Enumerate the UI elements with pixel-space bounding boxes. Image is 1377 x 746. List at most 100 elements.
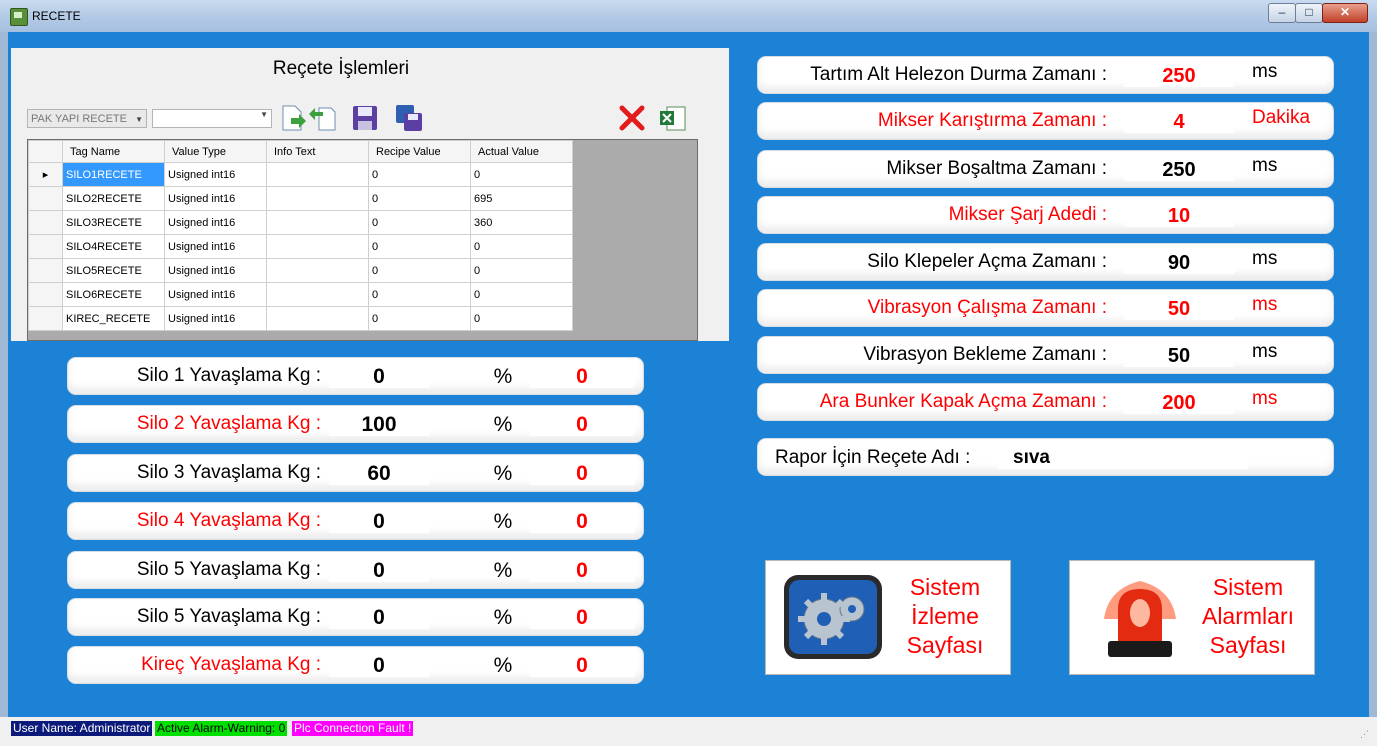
table-cell[interactable] [266,234,369,259]
table-row[interactable]: KIREC_RECETE Usigned int16 0 0 [28,306,573,331]
table-cell[interactable]: 0 [470,258,573,283]
table-cell[interactable]: 0 [470,234,573,259]
col-header[interactable]: Actual Value [470,140,573,163]
minimize-button[interactable]: – [1268,3,1296,23]
table-cell[interactable] [266,306,369,331]
table-cell[interactable]: Usigned int16 [164,234,267,259]
alarm-line3: Sayfası [1209,632,1287,658]
load-icon[interactable] [279,104,307,132]
table-cell[interactable] [266,258,369,283]
col-header[interactable]: Tag Name [62,140,165,163]
silo-percent-field[interactable]: 0 [530,459,634,485]
close-button[interactable]: ✕ [1322,3,1368,23]
param-value-field[interactable]: 200 [1124,388,1234,414]
table-row[interactable]: ▸ SILO1RECETE Usigned int16 0 0 [28,162,573,187]
row-header[interactable] [28,234,63,259]
chevron-down-icon: ▼ [260,110,268,119]
col-header[interactable]: Recipe Value [368,140,471,163]
table-cell[interactable]: SILO3RECETE [62,210,165,235]
table-cell[interactable]: KIREC_RECETE [62,306,165,331]
silo-value-field[interactable]: 0 [329,507,429,533]
recipe-combo[interactable]: ▼ [152,109,272,128]
row-header[interactable] [28,210,63,235]
percent-label: % [493,559,513,582]
table-cell[interactable]: 360 [470,210,573,235]
param-value-field[interactable]: 250 [1124,155,1234,181]
row-header[interactable] [28,282,63,307]
silo-value-field[interactable]: 0 [329,556,429,582]
silo-value-field[interactable]: 0 [329,603,429,629]
save-icon[interactable] [351,104,379,132]
tag-grid[interactable]: Tag Name Value Type Info Text Recipe Val… [27,139,698,341]
row-header[interactable] [28,186,63,211]
table-row[interactable]: SILO6RECETE Usigned int16 0 0 [28,282,573,307]
table-cell[interactable]: Usigned int16 [164,210,267,235]
percent-label: % [493,606,513,629]
param-value-field[interactable]: 10 [1124,201,1234,227]
resize-grip-icon[interactable]: ⋰ [1360,729,1369,740]
table-cell[interactable]: 695 [470,186,573,211]
alarm-line2: Alarmları [1201,603,1294,629]
param-value-field[interactable]: 4 [1124,107,1234,133]
silo-value-field[interactable]: 0 [329,362,429,388]
save-as-icon[interactable] [395,104,423,132]
table-cell[interactable] [266,186,369,211]
delete-icon[interactable] [618,104,646,132]
system-alarms-button[interactable]: Sistem Alarmları Sayfası [1069,560,1315,675]
table-cell[interactable] [266,282,369,307]
silo-percent-field[interactable]: 0 [530,603,634,629]
table-cell[interactable]: 0 [368,282,471,307]
alarm-light-icon [1104,581,1176,657]
param-value-field[interactable]: 90 [1124,248,1234,274]
silo-percent-field[interactable]: 0 [530,556,634,582]
silo-value-field[interactable]: 0 [329,651,429,677]
recipe-select[interactable]: PAK YAPI RECETE ▼ [27,109,147,128]
table-row[interactable]: SILO5RECETE Usigned int16 0 0 [28,258,573,283]
table-cell[interactable]: Usigned int16 [164,162,267,187]
silo-percent-field[interactable]: 0 [530,410,634,436]
import-icon[interactable] [309,104,337,132]
silo-value-field[interactable]: 100 [329,410,429,436]
param-value-field[interactable]: 50 [1124,341,1234,367]
param-value-field[interactable]: 250 [1124,61,1234,87]
table-cell[interactable] [266,210,369,235]
table-cell[interactable]: 0 [470,282,573,307]
table-cell[interactable]: 0 [368,258,471,283]
report-recipe-field[interactable]: sıva [998,443,1248,469]
table-cell[interactable]: 0 [470,306,573,331]
table-cell[interactable]: 0 [368,210,471,235]
silo-percent-field[interactable]: 0 [530,362,634,388]
tag-table: Tag Name Value Type Info Text Recipe Val… [28,140,573,331]
maximize-button[interactable]: □ [1295,3,1323,23]
table-cell[interactable] [266,162,369,187]
col-header[interactable]: Value Type [164,140,267,163]
param-value-field[interactable]: 50 [1124,294,1234,320]
table-cell[interactable]: SILO6RECETE [62,282,165,307]
param-row: Mikser Karıştırma Zamanı : 4 Dakika [757,102,1334,140]
table-cell[interactable]: Usigned int16 [164,282,267,307]
excel-icon[interactable] [659,104,687,132]
param-unit: ms [1252,61,1278,82]
table-row[interactable]: SILO4RECETE Usigned int16 0 0 [28,234,573,259]
row-header[interactable] [28,258,63,283]
table-cell[interactable]: SILO2RECETE [62,186,165,211]
table-row[interactable]: SILO3RECETE Usigned int16 0 360 [28,210,573,235]
col-header[interactable]: Info Text [266,140,369,163]
table-row[interactable]: SILO2RECETE Usigned int16 0 695 [28,186,573,211]
row-header[interactable] [28,306,63,331]
system-monitor-button[interactable]: Sistem İzleme Sayfası [765,560,1011,675]
table-cell[interactable]: Usigned int16 [164,186,267,211]
table-cell[interactable]: 0 [368,186,471,211]
table-cell[interactable]: Usigned int16 [164,306,267,331]
table-cell[interactable]: SILO4RECETE [62,234,165,259]
table-cell[interactable]: Usigned int16 [164,258,267,283]
table-cell[interactable]: 0 [470,162,573,187]
silo-percent-field[interactable]: 0 [530,507,634,533]
table-cell[interactable]: 0 [368,162,471,187]
table-cell[interactable]: 0 [368,306,471,331]
table-cell[interactable]: SILO1RECETE [62,162,165,187]
silo-percent-field[interactable]: 0 [530,651,634,677]
table-cell[interactable]: SILO5RECETE [62,258,165,283]
table-cell[interactable]: 0 [368,234,471,259]
silo-value-field[interactable]: 60 [329,459,429,485]
